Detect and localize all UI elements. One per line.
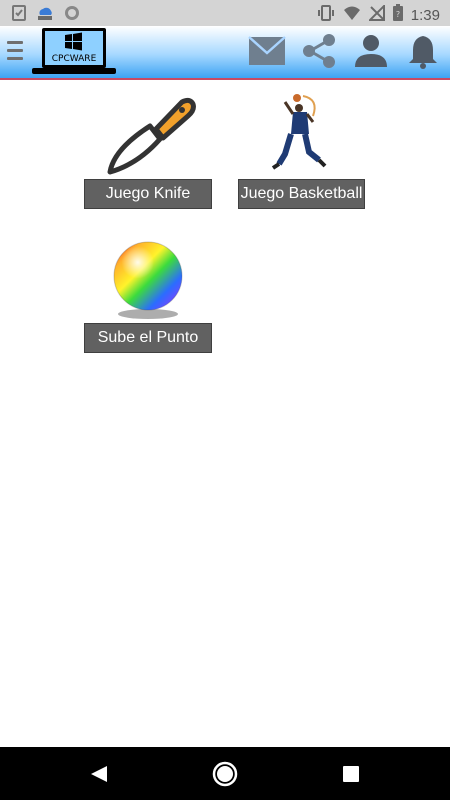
back-icon xyxy=(91,766,107,782)
game-item-knife[interactable]: Juego Knife xyxy=(84,94,212,209)
status-time: 1:39 xyxy=(410,6,440,24)
knife-icon[interactable] xyxy=(84,94,212,176)
back-button[interactable] xyxy=(86,761,112,787)
home-icon xyxy=(212,761,238,787)
game-button-sube-el-punto[interactable]: Sube el Punto xyxy=(84,323,212,353)
recents-button[interactable] xyxy=(338,761,364,787)
battery-icon: ? xyxy=(392,4,403,26)
circle-icon xyxy=(64,5,80,26)
notification-bell-icon[interactable] xyxy=(404,32,442,70)
checklist-icon xyxy=(12,5,26,26)
app-bar: CPCWARE xyxy=(0,26,450,80)
account-icon[interactable] xyxy=(352,32,390,70)
game-item-basketball[interactable]: Juego Basketball xyxy=(237,94,365,209)
cloud-icon xyxy=(36,5,54,26)
menu-icon[interactable] xyxy=(7,41,23,61)
vibrate-icon xyxy=(317,4,335,26)
status-bar: ? 1:39 xyxy=(0,0,450,26)
svg-text:?: ? xyxy=(396,10,400,19)
game-item-sube-el-punto[interactable]: Sube el Punto xyxy=(84,238,212,353)
no-signal-icon xyxy=(367,3,385,26)
basketball-player-icon[interactable] xyxy=(237,94,365,176)
logo-text: CPCWARE xyxy=(52,54,97,64)
game-button-knife[interactable]: Juego Knife xyxy=(84,179,212,209)
recents-icon xyxy=(343,766,359,782)
wifi-icon xyxy=(343,5,361,26)
navigation-bar xyxy=(0,747,450,800)
rainbow-ball-icon[interactable] xyxy=(84,238,212,320)
app-logo: CPCWARE xyxy=(32,27,116,77)
share-icon[interactable] xyxy=(300,32,338,70)
game-button-basketball[interactable]: Juego Basketball xyxy=(238,179,365,209)
home-button[interactable] xyxy=(212,761,238,787)
mail-icon[interactable] xyxy=(248,32,286,70)
